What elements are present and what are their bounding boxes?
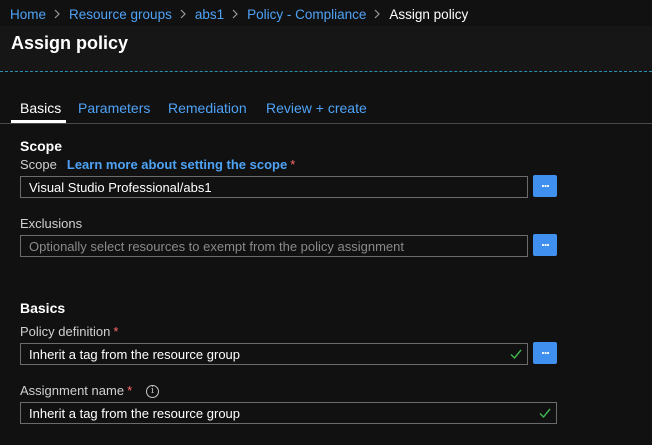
exclusions-field[interactable]: Optionally select resources to exempt fr…	[20, 235, 528, 257]
info-icon[interactable]: i	[146, 385, 159, 398]
tab-bar: Basics Parameters Remediation Review + c…	[0, 92, 652, 124]
title-bar: Assign policy	[0, 26, 652, 72]
chevron-right-icon	[180, 9, 187, 19]
breadcrumb-abs1[interactable]: abs1	[195, 7, 224, 22]
tab-remediation[interactable]: Remediation	[168, 100, 247, 116]
checkmark-icon	[539, 408, 551, 419]
assignment-name-field[interactable]: Inherit a tag from the resource group	[20, 402, 557, 424]
policy-definition-value: Inherit a tag from the resource group	[29, 347, 241, 362]
exclusions-label: Exclusions	[20, 216, 83, 231]
breadcrumb-current: Assign policy	[389, 6, 469, 22]
scope-learn-more-link[interactable]: Learn more about setting the scope	[67, 157, 287, 172]
scope-browse-button[interactable]: ...	[533, 175, 557, 197]
basics-heading: Basics	[20, 300, 66, 316]
scope-label: Scope	[20, 157, 57, 172]
policy-definition-label: Policy definition	[20, 324, 111, 339]
chevron-right-icon	[374, 9, 381, 19]
chevron-right-icon	[232, 9, 239, 19]
required-marker: *	[290, 157, 296, 172]
required-marker: *	[113, 324, 119, 339]
active-tab-indicator	[11, 120, 66, 123]
tab-review-create[interactable]: Review + create	[266, 100, 367, 116]
required-marker: *	[127, 383, 133, 398]
breadcrumb-home[interactable]: Home	[10, 7, 46, 22]
scope-label-row: Scope Learn more about setting the scope *	[20, 157, 295, 172]
assignment-name-label-row: Assignment name *	[20, 383, 132, 398]
assignment-name-value: Inherit a tag from the resource group	[29, 406, 241, 421]
assignment-name-label: Assignment name	[20, 383, 125, 398]
policy-definition-label-row: Policy definition *	[20, 324, 118, 339]
policy-definition-field[interactable]: Inherit a tag from the resource group	[20, 343, 528, 365]
exclusions-browse-button[interactable]: ...	[533, 234, 557, 256]
scope-field[interactable]: Visual Studio Professional/abs1	[20, 176, 528, 198]
breadcrumb: Home Resource groups abs1 Policy - Compl…	[10, 5, 468, 23]
checkmark-icon	[510, 349, 522, 360]
breadcrumb-policy-compliance[interactable]: Policy - Compliance	[247, 7, 366, 22]
scope-heading: Scope	[20, 138, 63, 154]
page-title: Assign policy	[11, 33, 129, 53]
chevron-right-icon	[54, 9, 61, 19]
breadcrumb-resource-groups[interactable]: Resource groups	[69, 7, 172, 22]
policy-definition-browse-button[interactable]: ...	[533, 342, 557, 364]
tab-basics[interactable]: Basics	[20, 100, 61, 116]
tab-parameters[interactable]: Parameters	[78, 100, 150, 116]
